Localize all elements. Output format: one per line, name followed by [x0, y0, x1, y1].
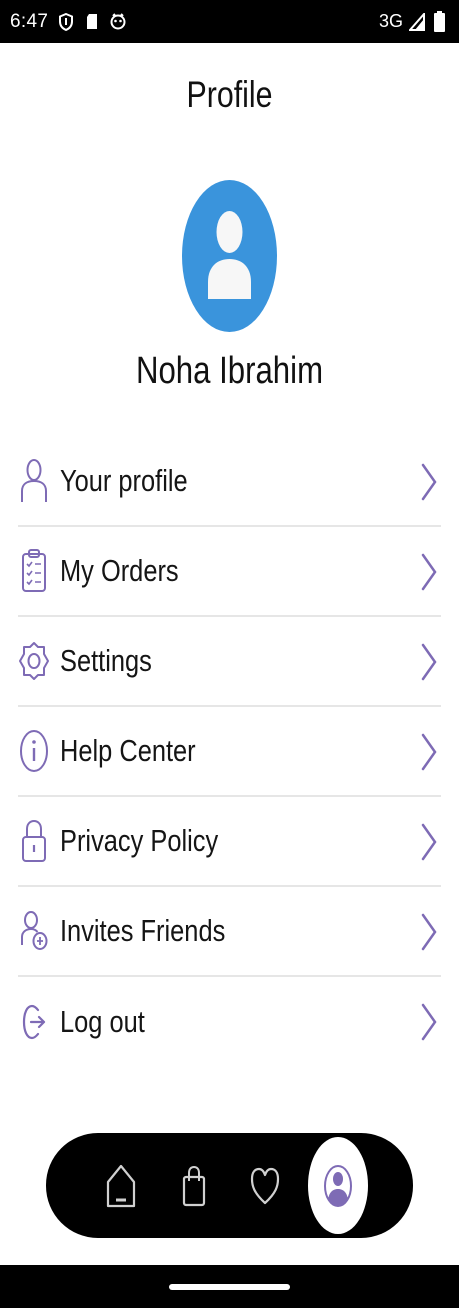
- lock-icon: [18, 818, 50, 864]
- menu-label: Invites Friends: [60, 913, 226, 948]
- menu-item-my-orders[interactable]: My Orders: [18, 527, 441, 617]
- network-type: 3G: [378, 11, 403, 31]
- menu-item-your-profile[interactable]: Your profile: [18, 437, 441, 527]
- chevron-right-icon: [421, 1003, 437, 1041]
- nav-profile[interactable]: [308, 1133, 368, 1238]
- sd-card-icon: [84, 12, 100, 32]
- chevron-right-icon: [421, 553, 437, 591]
- menu-item-help-center[interactable]: Help Center: [18, 707, 441, 797]
- status-bar: 6:47 3G: [0, 0, 459, 43]
- add-friend-icon: [18, 908, 50, 954]
- chevron-right-icon: [421, 823, 437, 861]
- nav-favorites[interactable]: [246, 1133, 284, 1238]
- menu-item-settings[interactable]: Settings: [18, 617, 441, 707]
- page-title: Profile: [186, 74, 273, 115]
- battery-icon: [431, 11, 447, 32]
- menu-label: My Orders: [60, 553, 179, 588]
- home-gesture-pill[interactable]: [169, 1284, 290, 1290]
- chevron-right-icon: [421, 913, 437, 951]
- nav-home[interactable]: [101, 1133, 141, 1238]
- status-left: 6:47: [10, 11, 126, 33]
- home-icon: [106, 1164, 136, 1207]
- status-time: 6:47: [10, 10, 49, 32]
- gear-icon: [18, 638, 50, 684]
- profile-menu: Your profile My Orders Settings Help Cen…: [18, 437, 441, 1067]
- menu-item-log-out[interactable]: Log out: [18, 977, 441, 1067]
- menu-label: Privacy Policy: [60, 823, 219, 858]
- shopping-bag-icon: [182, 1165, 206, 1206]
- nav-cart[interactable]: [176, 1133, 212, 1238]
- avatar[interactable]: [182, 180, 277, 332]
- chevron-right-icon: [421, 733, 437, 771]
- user-avatar-icon: [208, 211, 251, 299]
- chevron-right-icon: [421, 463, 437, 501]
- menu-item-invites-friends[interactable]: Invites Friends: [18, 887, 441, 977]
- system-nav-bar: [0, 1265, 459, 1308]
- chevron-right-icon: [421, 643, 437, 681]
- menu-item-privacy-policy[interactable]: Privacy Policy: [18, 797, 441, 887]
- user-name: Noha Ibrahim: [135, 350, 324, 392]
- heart-icon: [250, 1167, 280, 1204]
- info-icon: [18, 728, 50, 774]
- person-icon: [18, 458, 50, 504]
- notification-icon: [110, 12, 126, 32]
- profile-screen: 6:47 3G Profile Noha Ibrahim Your profil…: [0, 0, 459, 1308]
- signal-icon: [409, 12, 425, 32]
- status-right: 3G: [379, 11, 447, 32]
- menu-label: Log out: [60, 1004, 145, 1039]
- menu-label: Help Center: [60, 733, 196, 768]
- menu-label: Settings: [60, 643, 152, 678]
- bottom-nav: [46, 1133, 413, 1238]
- clipboard-icon: [18, 548, 50, 594]
- logout-icon: [18, 999, 50, 1045]
- profile-icon: [324, 1164, 352, 1207]
- menu-label: Your profile: [60, 463, 188, 498]
- shield-icon: [58, 12, 74, 32]
